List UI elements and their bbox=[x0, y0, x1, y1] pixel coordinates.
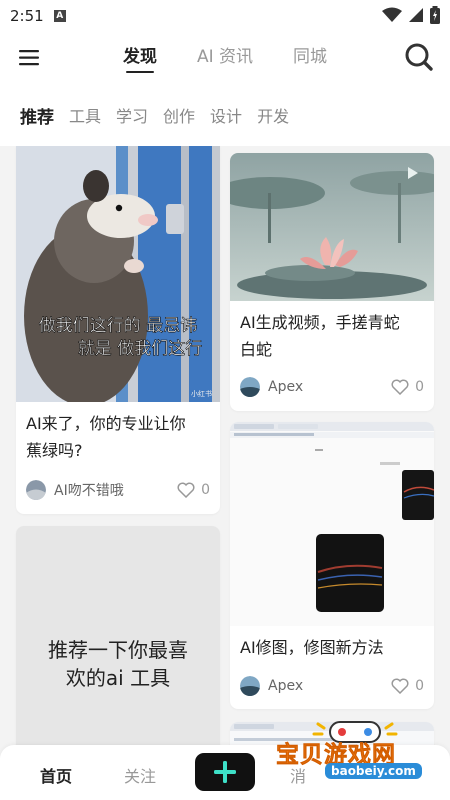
category-tools[interactable]: 工具 bbox=[69, 103, 101, 127]
author-name[interactable]: Apex bbox=[268, 678, 303, 694]
status-time: 2:51 bbox=[10, 7, 44, 25]
wifi-icon bbox=[382, 7, 402, 22]
card-title-line1: AI生成视频，手搓青蛇 bbox=[240, 313, 400, 332]
author-name[interactable]: Apex bbox=[268, 379, 303, 395]
heart-icon bbox=[177, 482, 195, 498]
category-develop[interactable]: 开发 bbox=[257, 103, 289, 127]
card-meta: AI吻不错哦 0 bbox=[26, 480, 210, 500]
card-meta: Apex 0 bbox=[240, 377, 424, 397]
status-bar: 2:51 A bbox=[0, 0, 450, 32]
feed-card[interactable]: AI生成视频，手搓青蛇 白蛇 Apex 0 bbox=[230, 153, 434, 411]
card-title-line1: AI来了，你的专业让你 bbox=[26, 414, 186, 433]
feed-card[interactable]: AI修图，修图新方法 Apex 0 bbox=[230, 422, 434, 709]
battery-icon bbox=[430, 6, 440, 24]
avatar bbox=[240, 676, 260, 696]
like-button[interactable]: 0 bbox=[391, 379, 424, 395]
add-post-button[interactable] bbox=[195, 753, 255, 791]
tab-discover[interactable]: 发现 bbox=[123, 42, 157, 73]
post-image-opossum: 做我们这行的 最忌讳 就是 做我们这行 小红书 bbox=[16, 146, 220, 402]
heart-icon bbox=[391, 678, 409, 694]
post-image-screenshot bbox=[230, 422, 434, 626]
notification-icon: A bbox=[53, 10, 66, 22]
like-button[interactable]: 0 bbox=[177, 482, 210, 498]
tab-local[interactable]: 同城 bbox=[293, 42, 327, 73]
category-learning[interactable]: 学习 bbox=[116, 103, 148, 127]
heart-icon bbox=[391, 379, 409, 395]
signal-icon bbox=[409, 8, 423, 22]
card-title-line2: 白蛇 bbox=[240, 340, 273, 359]
card-title-line1: AI修图，修图新方法 bbox=[240, 638, 384, 657]
top-header: 发现 AI 资讯 同城 bbox=[0, 32, 450, 84]
feed-grid: 做我们这行的 最忌讳 就是 做我们这行 小红书 AI来了，你的专业让你 蕉绿吗?… bbox=[0, 146, 450, 800]
like-button[interactable]: 0 bbox=[391, 678, 424, 694]
nav-home[interactable]: 首页 bbox=[40, 763, 72, 787]
top-tabs: 发现 AI 资讯 同城 bbox=[0, 42, 450, 73]
image-caption-line1: 做我们这行的 最忌讳 bbox=[39, 316, 197, 336]
like-count: 0 bbox=[415, 379, 424, 395]
author-name[interactable]: AI吻不错哦 bbox=[54, 480, 124, 500]
category-creation[interactable]: 创作 bbox=[163, 103, 195, 127]
avatar bbox=[26, 480, 46, 500]
watermark-url: baobeiy.com bbox=[325, 763, 422, 779]
tab-ai-news[interactable]: AI 资讯 bbox=[197, 42, 253, 73]
card-title-line2: 蕉绿吗? bbox=[26, 441, 83, 460]
like-count: 0 bbox=[415, 678, 424, 694]
card-text-line1: 推荐一下你最喜 bbox=[48, 638, 188, 662]
feed-card[interactable]: 推荐一下你最喜 欢的ai 工具 bbox=[16, 526, 220, 766]
app-screen: 2:51 A 发现 AI 资讯 同城 推荐 工具 学习 创作 设计 开发 做我们… bbox=[0, 0, 450, 800]
card-text-line2: 欢的ai 工具 bbox=[65, 666, 171, 690]
like-count: 0 bbox=[201, 482, 210, 498]
feed-card[interactable]: 做我们这行的 最忌讳 就是 做我们这行 小红书 AI来了，你的专业让你 蕉绿吗?… bbox=[16, 146, 220, 514]
image-watermark: 小红书 bbox=[191, 389, 212, 398]
category-recommend[interactable]: 推荐 bbox=[20, 103, 54, 128]
plus-icon bbox=[214, 761, 236, 783]
image-caption-line2: 就是 做我们这行 bbox=[78, 339, 202, 359]
post-image-lotus bbox=[230, 153, 434, 301]
category-design[interactable]: 设计 bbox=[210, 103, 242, 127]
avatar bbox=[240, 377, 260, 397]
status-icons bbox=[382, 6, 440, 24]
nav-follow[interactable]: 关注 bbox=[124, 763, 156, 787]
search-icon[interactable] bbox=[404, 42, 434, 72]
card-meta: Apex 0 bbox=[240, 676, 424, 696]
category-tabs: 推荐 工具 学习 创作 设计 开发 bbox=[0, 84, 450, 146]
